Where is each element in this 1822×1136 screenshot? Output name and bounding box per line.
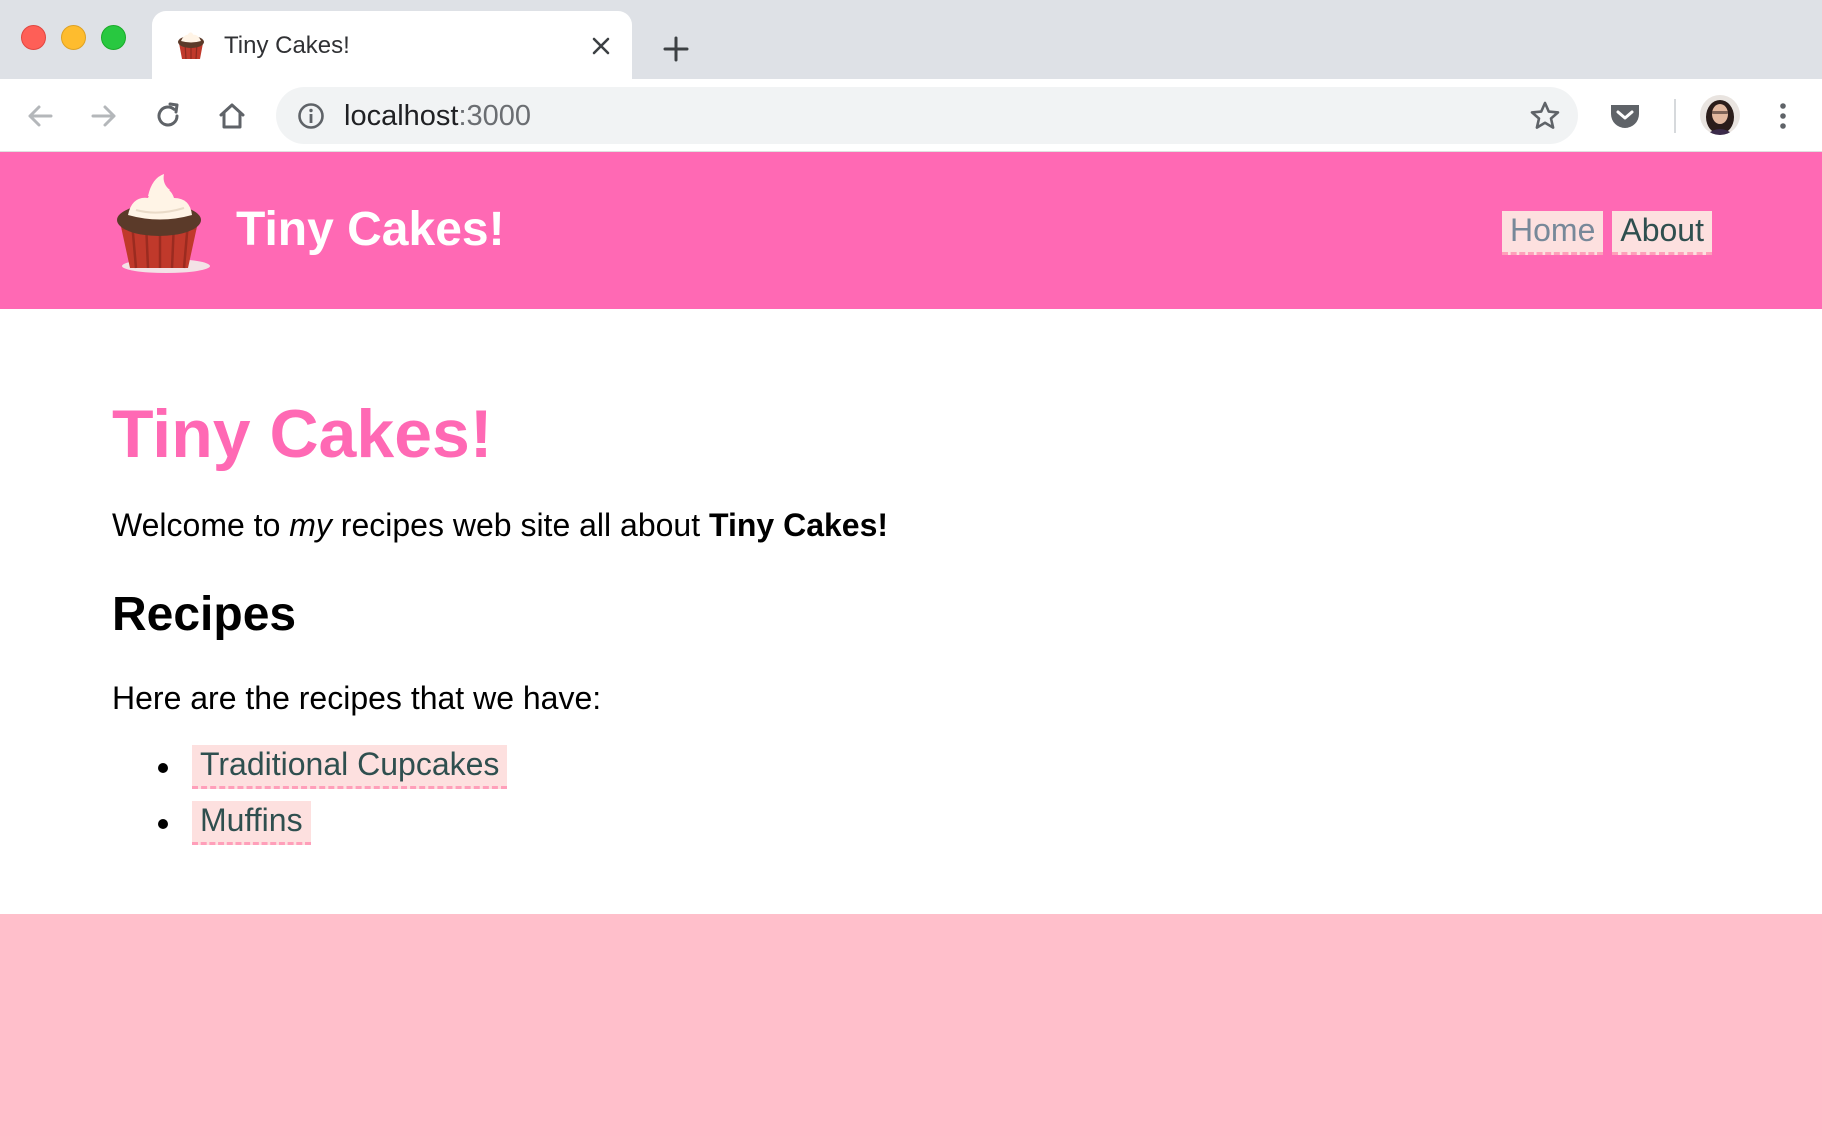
- welcome-middle: recipes web site all about: [331, 507, 709, 543]
- pocket-button[interactable]: [1604, 95, 1646, 137]
- back-button[interactable]: [19, 95, 61, 137]
- url-port: :3000: [458, 100, 532, 132]
- home-button[interactable]: [211, 95, 253, 137]
- page-title: Tiny Cakes!: [112, 396, 493, 472]
- bullet-icon: [158, 819, 168, 829]
- recipes-intro: Here are the recipes that we have:: [112, 680, 602, 716]
- site-nav: Home About: [1502, 211, 1712, 255]
- welcome-prefix: Welcome to: [112, 507, 290, 543]
- url-text[interactable]: localhost:3000: [344, 100, 531, 133]
- new-tab-button[interactable]: [656, 29, 696, 69]
- profile-avatar[interactable]: [1700, 95, 1740, 135]
- browser-menu-button[interactable]: [1762, 95, 1804, 137]
- minimize-window-button[interactable]: [61, 25, 86, 50]
- cupcake-icon: [178, 32, 204, 60]
- star-icon[interactable]: [1528, 99, 1562, 133]
- recipes-heading: Recipes: [112, 588, 297, 641]
- toolbar-separator: [1674, 99, 1676, 133]
- url-host: localhost: [344, 100, 459, 132]
- recipe-link-traditional-cupcakes[interactable]: Traditional Cupcakes: [192, 745, 508, 789]
- site-title[interactable]: Tiny Cakes!: [236, 202, 505, 257]
- cupcake-logo-icon: [117, 174, 210, 273]
- arrow-right-icon: [91, 105, 116, 127]
- forward-button[interactable]: [83, 95, 125, 137]
- recipe-link-muffins[interactable]: Muffins: [192, 801, 311, 845]
- reload-icon: [157, 102, 179, 127]
- home-icon: [219, 103, 245, 129]
- profile-avatar-icon: [1700, 95, 1740, 135]
- reload-button[interactable]: [147, 95, 189, 137]
- browser-toolbar: localhost:3000: [0, 79, 1822, 152]
- nav-home-link[interactable]: Home: [1502, 211, 1604, 255]
- site-header: Tiny Cakes! Home About: [0, 152, 1822, 309]
- nav-about-link[interactable]: About: [1612, 211, 1712, 255]
- kebab-menu-icon: [1780, 103, 1786, 129]
- address-bar[interactable]: localhost:3000: [276, 87, 1578, 144]
- tab-title: Tiny Cakes!: [224, 32, 350, 59]
- page-viewport: Tiny Cakes! Home About Tiny Cakes! Welco…: [0, 152, 1822, 1136]
- main-content: Tiny Cakes! Welcome to my recipes web si…: [0, 309, 1822, 914]
- close-icon: [592, 37, 610, 55]
- close-window-button[interactable]: [21, 25, 46, 50]
- pocket-icon: [1611, 105, 1639, 128]
- plus-icon: [663, 36, 689, 62]
- tab-close-button[interactable]: [586, 31, 616, 61]
- welcome-text: Welcome to my recipes web site all about…: [112, 507, 888, 544]
- info-icon[interactable]: [296, 101, 326, 131]
- arrow-left-icon: [28, 105, 53, 127]
- zoom-window-button[interactable]: [101, 25, 126, 50]
- browser-tab[interactable]: Tiny Cakes!: [152, 11, 632, 79]
- bullet-icon: [158, 763, 168, 773]
- welcome-emphasis: my: [289, 507, 332, 543]
- welcome-strong: Tiny Cakes!: [709, 507, 889, 543]
- browser-window: Tiny Cakes! localhost:3000 Tiny Cakes! H…: [0, 0, 1822, 1136]
- tab-strip: Tiny Cakes!: [0, 0, 1822, 79]
